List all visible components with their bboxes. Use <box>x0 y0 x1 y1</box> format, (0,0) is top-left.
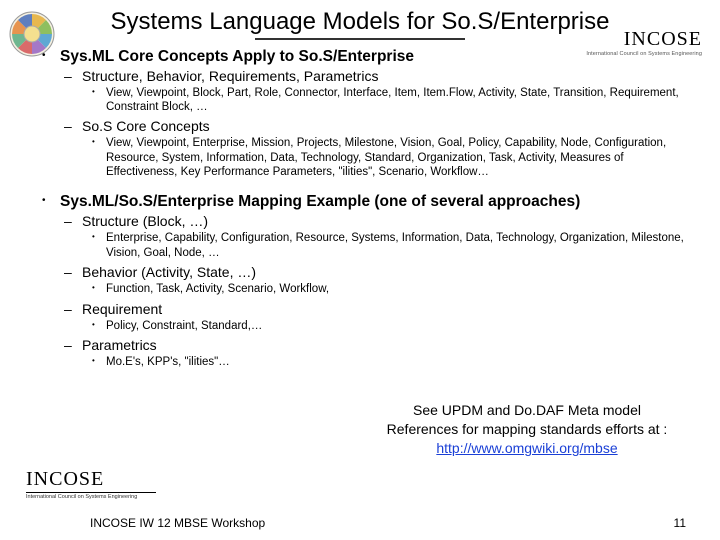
list-item: Structure, Behavior, Requirements, Param… <box>82 68 378 84</box>
aside-line2: References for mapping standards efforts… <box>387 421 668 437</box>
logo-tagline: International Council on Systems Enginee… <box>26 494 156 500</box>
footer-left: INCOSE IW 12 MBSE Workshop <box>90 516 265 530</box>
list-item: Policy, Constraint, Standard,… <box>82 319 690 333</box>
aside-link[interactable]: http://www.omgwiki.org/mbse <box>436 440 617 456</box>
title-underline <box>255 38 465 40</box>
logo-brand: INCOSE <box>26 468 156 491</box>
list-item: Structure (Block, …) <box>82 213 208 229</box>
list-item: Behavior (Activity, State, …) <box>82 264 256 280</box>
list-item: Enterprise, Capability, Configuration, R… <box>82 231 690 260</box>
slide: Systems Language Models for So.S/Enterpr… <box>0 0 720 540</box>
aside-note: See UPDM and Do.DAF Meta model Reference… <box>372 401 682 458</box>
section-heading: Sys.ML Core Concepts Apply to So.S/Enter… <box>60 48 690 66</box>
incose-logo-bottom: INCOSE International Council on Systems … <box>26 468 156 501</box>
aside-line1: See UPDM and Do.DAF Meta model <box>413 402 641 418</box>
list-item: Requirement <box>82 301 162 317</box>
section-heading: Sys.ML/So.S/Enterprise Mapping Example (… <box>60 193 690 211</box>
content-body: Sys.ML Core Concepts Apply to So.S/Enter… <box>30 48 690 370</box>
list-item: Function, Task, Activity, Scenario, Work… <box>82 282 690 296</box>
footer: INCOSE IW 12 MBSE Workshop 11 <box>0 516 720 530</box>
list-item: Parametrics <box>82 337 157 353</box>
list-item: So.S Core Concepts <box>82 118 210 134</box>
list-item: View, Viewpoint, Block, Part, Role, Conn… <box>82 86 690 115</box>
list-item: Mo.E's, KPP's, "ilities"… <box>82 355 690 369</box>
list-item: View, Viewpoint, Enterprise, Mission, Pr… <box>82 136 690 179</box>
slide-title: Systems Language Models for So.S/Enterpr… <box>90 8 630 36</box>
page-number: 11 <box>674 516 686 530</box>
